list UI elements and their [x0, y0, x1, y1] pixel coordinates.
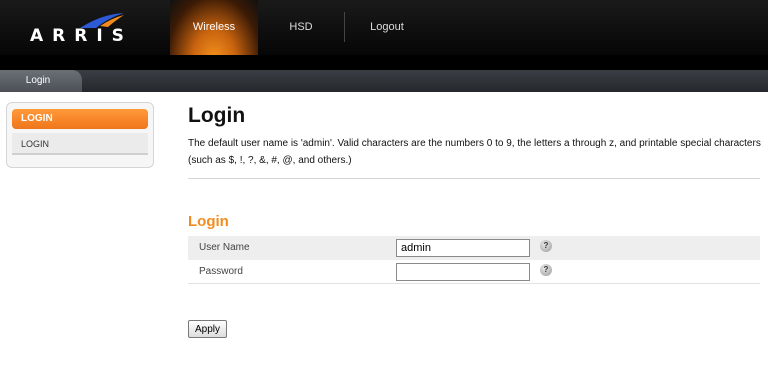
- page-description: The default user name is 'admin'. Valid …: [188, 138, 761, 166]
- arris-logo: ARRIS: [30, 12, 124, 46]
- page-title: Login: [188, 104, 246, 127]
- tab-wireless[interactable]: Wireless: [170, 0, 258, 55]
- section-title: Login: [188, 213, 229, 230]
- form-row-password: Password ?: [188, 260, 760, 284]
- divider: [188, 178, 760, 179]
- help-icon[interactable]: ?: [540, 240, 552, 252]
- apply-button[interactable]: Apply: [188, 320, 227, 338]
- sidebar-item-login[interactable]: LOGIN: [12, 133, 148, 155]
- sidebar-menu: LOGIN LOGIN: [6, 102, 154, 168]
- sub-navigation-bar: [0, 70, 768, 92]
- help-icon[interactable]: ?: [540, 264, 552, 276]
- sidebar-header[interactable]: LOGIN: [12, 109, 148, 129]
- tab-hsd[interactable]: HSD: [258, 0, 344, 55]
- subtab-login[interactable]: Login: [0, 70, 82, 92]
- tab-logout[interactable]: Logout: [344, 0, 430, 55]
- username-input[interactable]: [396, 239, 530, 257]
- username-label: User Name: [199, 242, 250, 253]
- form-row-username: User Name ?: [188, 236, 760, 260]
- header-band: [0, 55, 768, 70]
- password-input[interactable]: [396, 263, 530, 281]
- top-navigation-bar: ARRIS Wireless HSD Logout: [0, 0, 768, 55]
- logo-text: ARRIS: [30, 26, 133, 46]
- password-label: Password: [199, 266, 243, 277]
